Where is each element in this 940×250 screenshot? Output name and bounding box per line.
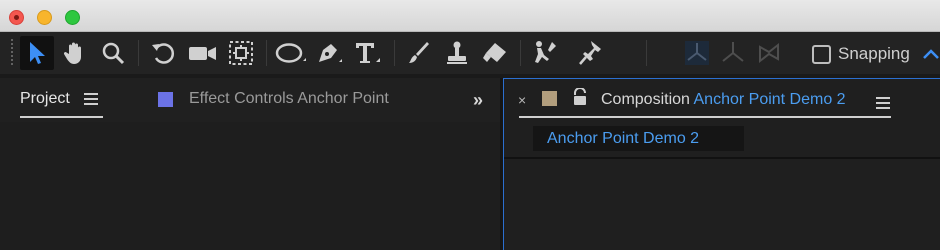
selection-tool-button[interactable] (20, 36, 54, 70)
snapping-label: Snapping (838, 44, 910, 63)
toolbar-separator (520, 40, 521, 66)
snapping-options-icon[interactable] (922, 46, 940, 62)
panel-menu-icon[interactable] (83, 93, 98, 105)
left-panel-tab-bar: Project Effect Controls Anchor Point » (0, 78, 500, 122)
axis-local-icon (685, 41, 709, 65)
type-tool-button[interactable] (350, 36, 384, 70)
tab-composition[interactable]: Composition Anchor Point Demo 2 (601, 91, 846, 109)
rotate-tool-button[interactable] (146, 36, 180, 70)
zoom-window-button[interactable] (65, 10, 80, 25)
toolbar-separator (394, 40, 395, 66)
composition-breadcrumb[interactable]: Anchor Point Demo 2 (533, 126, 744, 151)
camera-icon (189, 47, 216, 60)
tab-project[interactable]: Project (20, 90, 103, 118)
ellipse-icon (275, 43, 306, 63)
eraser-tool-button[interactable] (478, 36, 512, 70)
local-axis-mode-button[interactable] (680, 36, 714, 70)
zoom-tool-button[interactable] (96, 36, 130, 70)
shape-tool-button[interactable] (274, 36, 308, 70)
composition-panel: × Composition Anchor Point Demo 2 Anchor… (503, 78, 940, 250)
toolbar-grip[interactable] (10, 38, 14, 66)
clone-stamp-icon (447, 41, 467, 64)
puppet-pin-icon (579, 41, 601, 65)
roto-brush-tool-button[interactable] (528, 36, 562, 70)
axis-world-icon (722, 42, 744, 62)
close-window-button[interactable] (9, 10, 24, 25)
pen-icon (319, 44, 342, 62)
composition-color-swatch (542, 91, 557, 106)
close-tab-icon[interactable]: × (518, 92, 526, 108)
toolbar-separator (646, 40, 647, 66)
composition-tab-bar: × Composition Anchor Point Demo 2 (504, 79, 940, 123)
pan-behind-tool-button[interactable] (224, 36, 258, 70)
selection-arrow-icon (30, 42, 45, 64)
left-panel-group: Project Effect Controls Anchor Point » (0, 78, 500, 250)
breadcrumb-label: Anchor Point Demo 2 (547, 129, 700, 147)
clone-stamp-tool-button[interactable] (440, 36, 474, 70)
type-icon (356, 43, 380, 63)
tab-overflow-button[interactable]: » (473, 90, 483, 111)
camera-tool-button[interactable] (186, 36, 220, 70)
brush-tool-button[interactable] (402, 36, 436, 70)
lock-icon[interactable] (572, 88, 588, 106)
viewer-separator (504, 157, 940, 159)
tab-effect-controls-label: Effect Controls Anchor Point (189, 90, 389, 107)
eraser-icon (483, 43, 506, 62)
tab-project-label: Project (20, 90, 70, 107)
world-axis-mode-button[interactable] (716, 36, 750, 70)
snapping-toggle[interactable]: Snapping (812, 44, 910, 64)
layer-color-swatch (158, 91, 173, 107)
rotate-icon (152, 43, 174, 64)
composition-panel-menu-icon[interactable] (876, 97, 890, 109)
roto-brush-icon (535, 41, 556, 63)
window-title-bar (0, 0, 940, 32)
hand-tool-button[interactable] (58, 36, 92, 70)
view-axis-mode-button[interactable] (752, 36, 786, 70)
pan-behind-icon (229, 41, 253, 65)
tools-toolbar: Snapping (0, 32, 940, 74)
composition-tab-name: Anchor Point Demo 2 (693, 91, 846, 108)
hand-icon (63, 42, 81, 64)
active-tab-underline (519, 116, 891, 118)
pen-tool-button[interactable] (312, 36, 346, 70)
brush-icon (409, 42, 429, 63)
zoom-icon (102, 42, 125, 65)
active-tab-underline (20, 116, 103, 118)
minimize-window-button[interactable] (37, 10, 52, 25)
toolbar-separator (266, 40, 267, 66)
snapping-checkbox[interactable] (812, 44, 831, 64)
composition-tab-prefix: Composition (601, 91, 690, 108)
puppet-pin-tool-button[interactable] (574, 36, 608, 70)
toolbar-separator (138, 40, 139, 66)
tab-effect-controls[interactable]: Effect Controls Anchor Point (158, 90, 389, 108)
axis-view-icon (759, 42, 779, 64)
